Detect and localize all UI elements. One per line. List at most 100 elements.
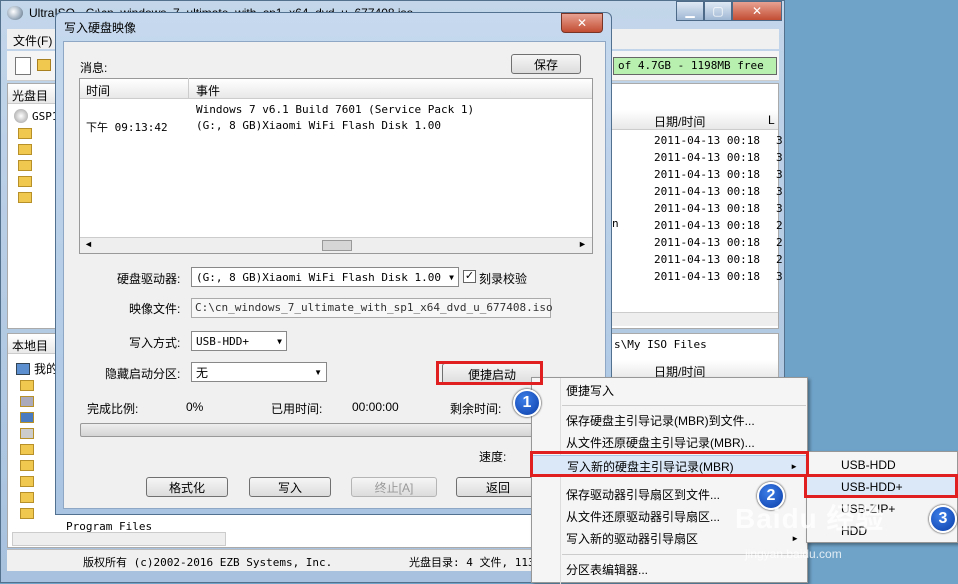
step-badge-3: 3 [929,505,957,533]
verify-checkbox[interactable]: ✓ [463,270,476,283]
row-l: 2 [776,236,783,249]
format-button[interactable]: 格式化 [146,477,228,497]
row-l: 3 [776,134,783,147]
local-tree-hscroll[interactable] [12,532,226,546]
row-l: 2 [776,253,783,266]
highlight-write-mbr [530,451,809,477]
iso-hscroll[interactable] [608,312,778,326]
desktop-icon[interactable] [20,412,34,423]
remaining-label: 剩余时间: [450,402,502,416]
folder-icon[interactable] [18,160,32,171]
folder-icon[interactable] [20,460,34,471]
row-l: 3 [776,185,783,198]
folder-icon[interactable] [18,176,32,187]
app-icon [7,6,23,20]
write-button[interactable]: 写入 [249,477,331,497]
row-date: 2011-04-13 00:18 [654,185,760,198]
row-l: 2 [776,219,783,232]
step-badge-1: 1 [513,389,541,417]
baidu-watermark-url: jingyan.baidu.com [745,547,842,561]
log-time: 下午 09:13:42 [86,121,168,134]
messages-label: 消息: [80,61,108,75]
drive-icon[interactable] [20,428,34,439]
disc-icon [14,109,28,123]
row-l: 3 [776,202,783,215]
tree-folders [18,128,32,203]
save-log-button[interactable]: 保存 [511,54,581,74]
row-date: 2011-04-13 00:18 [654,134,760,147]
status-disc-info: 光盘目录: 4 文件, 113 [409,556,535,569]
open-folder-icon[interactable] [37,59,51,71]
local-tree-items [20,380,34,519]
col-date[interactable]: 日期/时间 [654,113,705,130]
folder-icon[interactable] [20,444,34,455]
dialog-close-button[interactable]: ✕ [561,13,603,33]
maximize-button[interactable]: ▢ [704,1,732,21]
folder-icon[interactable] [20,492,34,503]
local-pane-label: 本地目 [12,339,49,353]
drive-icon[interactable] [20,396,34,407]
row-date: 2011-04-13 00:18 [654,236,760,249]
row-date: 2011-04-13 00:18 [654,219,760,232]
table-row[interactable]: 2011-04-13 00:18 3 [654,166,783,183]
table-row[interactable]: 2011-04-13 00:18 3 [654,132,783,149]
log-hscroll[interactable]: ◄ ► [80,237,592,253]
image-file-field[interactable]: C:\cn_windows_7_ultimate_with_sp1_x64_dv… [191,298,553,318]
return-button[interactable]: 返回 [456,477,540,497]
iso-row-fragment: n [612,217,619,230]
new-file-icon[interactable] [15,57,31,75]
row-date: 2011-04-13 00:18 [654,202,760,215]
submenu-item-usb-hdd[interactable]: USB-HDD [807,454,957,476]
disc-pane-header: 光盘目 [8,84,58,104]
folder-icon[interactable] [20,508,34,519]
table-row[interactable]: 2011-04-13 00:18 2 [654,217,783,234]
verify-label: 刻录校验 [479,272,528,286]
log-col-time[interactable]: 时间 [86,82,110,99]
folder-icon[interactable] [20,380,34,391]
progress-value: 0% [186,400,204,414]
log-header: 时间 事件 [80,78,592,99]
image-file-label: 映像文件: [129,302,181,316]
status-copyright: 版权所有 (c)2002-2016 EZB Systems, Inc. [83,556,333,569]
menu-item-partition-editor[interactable]: 分区表编辑器... [532,559,807,581]
hide-partition-select[interactable]: 无 [191,362,327,382]
log-event-os: Windows 7 v6.1 Build 7601 (Service Pack … [196,103,475,116]
menu-item-write-new-boot-sector-label: 写入新的驱动器引导扇区 [566,532,699,546]
scroll-right-icon[interactable]: ► [578,239,587,249]
folder-icon[interactable] [18,128,32,139]
table-row[interactable]: 2011-04-13 00:18 3 [654,149,783,166]
menu-item-quick-write[interactable]: 便捷写入 [532,380,807,402]
dialog-title: 写入硬盘映像 [64,21,137,35]
scroll-thumb[interactable] [322,240,352,251]
elapsed-label: 已用时间: [271,402,323,416]
table-row[interactable]: 2011-04-13 00:18 3 [654,183,783,200]
row-date: 2011-04-13 00:18 [654,151,760,164]
log-col-event[interactable]: 事件 [196,82,220,99]
menu-file[interactable]: 文件(F) [13,32,52,49]
menu-item-save-mbr[interactable]: 保存硬盘主引导记录(MBR)到文件... [532,410,807,432]
stop-button[interactable]: 终止[A] [351,477,437,497]
row-date: 2011-04-13 00:18 [654,253,760,266]
highlight-usb-hdd-plus [804,474,958,498]
row-l: 3 [776,151,783,164]
folder-icon[interactable] [20,476,34,487]
folder-icon[interactable] [18,144,32,155]
table-row[interactable]: 2011-04-13 00:18 3 [654,200,783,217]
table-row[interactable]: 2011-04-13 00:18 2 [654,251,783,268]
progress-bar [80,423,592,437]
table-row[interactable]: 2011-04-13 00:18 3 [654,268,783,285]
progress-label: 完成比例: [87,402,139,416]
iso-file-list: 2011-04-13 00:18 3 2011-04-13 00:18 3 2011-0… [654,132,783,285]
folder-icon[interactable] [18,192,32,203]
scroll-left-icon[interactable]: ◄ [84,239,93,249]
close-button[interactable]: ✕ [732,1,782,21]
col-l[interactable]: L [768,113,775,127]
minimize-button[interactable]: ▁ [676,1,704,21]
disc-pane-label: 光盘目 [12,89,49,103]
write-mode-select[interactable]: USB-HDD+ [191,331,287,351]
local-tree-root[interactable]: 我的 [16,360,58,377]
drive-select[interactable]: (G:, 8 GB)Xiaomi WiFi Flash Disk 1.00 [191,267,459,287]
table-row[interactable]: 2011-04-13 00:18 2 [654,234,783,251]
tree-root[interactable]: GSP1 [14,109,59,123]
write-mode-label: 写入方式: [129,336,181,350]
